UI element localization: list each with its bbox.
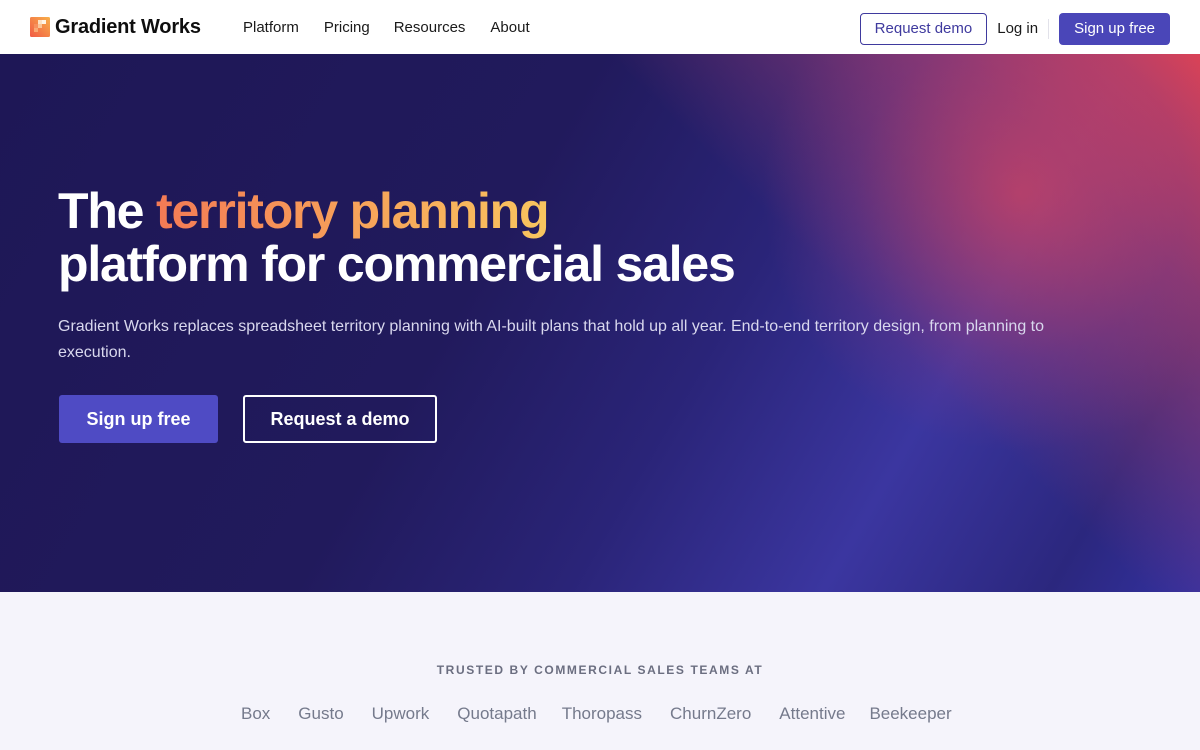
hero-title-prefix: The bbox=[58, 183, 145, 239]
nav-actions: Request demo Log in Sign up free bbox=[859, 13, 1170, 45]
nav-link-pricing[interactable]: Pricing bbox=[324, 18, 370, 38]
hero-title-highlight: territory planning bbox=[156, 183, 550, 239]
hero-title-line2: platform for commercial sales bbox=[58, 236, 736, 292]
customer-logo-thoropass: Thoropass bbox=[561, 704, 643, 723]
customer-logo-upwork: Upwork bbox=[371, 704, 430, 723]
signup-button[interactable]: Sign up free bbox=[1059, 13, 1170, 45]
hero-section: The territory planning platform for comm… bbox=[0, 54, 1200, 592]
hero-signup-button[interactable]: Sign up free bbox=[59, 395, 218, 443]
customer-logo-churnzero: ChurnZero bbox=[670, 704, 752, 723]
trusted-by-section: TRUSTED BY COMMERCIAL SALES TEAMS AT Box… bbox=[0, 592, 1200, 750]
main-nav-links: Platform Pricing Resources About bbox=[243, 18, 530, 38]
nav-link-platform[interactable]: Platform bbox=[243, 18, 299, 38]
trusted-by-label: TRUSTED BY COMMERCIAL SALES TEAMS AT bbox=[436, 663, 764, 677]
request-demo-button[interactable]: Request demo bbox=[859, 13, 988, 45]
nav-link-about[interactable]: About bbox=[490, 18, 529, 38]
brand-logo-link[interactable]: Gradient Works bbox=[30, 16, 201, 38]
customer-logos: Box Gusto Upwork Quotapath Thoropass Chu… bbox=[241, 704, 952, 724]
customer-logo-quotapath: Quotapath bbox=[457, 704, 537, 723]
login-link[interactable]: Log in bbox=[997, 13, 1038, 45]
logo-mark-icon bbox=[30, 17, 50, 37]
customer-logo-beekeeper: Beekeeper bbox=[869, 704, 952, 723]
customer-logo-gusto: Gusto bbox=[298, 704, 344, 723]
nav-link-resources[interactable]: Resources bbox=[394, 18, 466, 38]
brand-name: Gradient Works bbox=[55, 16, 201, 38]
hero-subtitle: Gradient Works replaces spreadsheet terr… bbox=[58, 318, 1045, 361]
customer-logo-attentive: Attentive bbox=[779, 704, 846, 723]
hero-title: The territory planning platform for comm… bbox=[58, 183, 736, 292]
customer-logo-box: Box bbox=[241, 704, 271, 723]
nav-divider bbox=[1048, 19, 1050, 39]
hero-request-demo-button[interactable]: Request a demo bbox=[243, 395, 437, 443]
top-nav: Gradient Works Platform Pricing Resource… bbox=[0, 0, 1200, 54]
hero-cta-group: Sign up free Request a demo bbox=[59, 395, 437, 443]
hero-glow-decoration bbox=[760, 54, 1200, 454]
